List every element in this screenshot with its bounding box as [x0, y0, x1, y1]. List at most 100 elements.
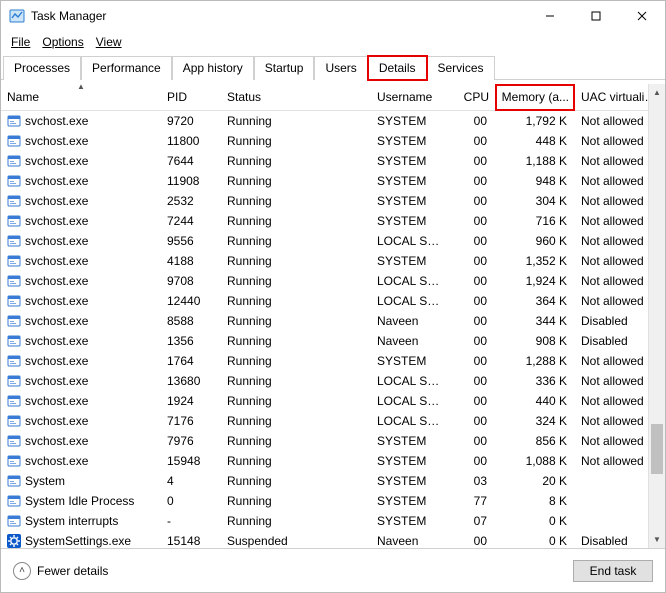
- process-pid: 0: [161, 491, 221, 511]
- tab-details[interactable]: Details: [368, 56, 427, 80]
- table-row[interactable]: svchost.exe4188RunningSYSTEM001,352 KNot…: [1, 251, 665, 271]
- process-pid: 4: [161, 471, 221, 491]
- close-button[interactable]: [619, 1, 665, 31]
- process-icon: [7, 194, 21, 208]
- table-row[interactable]: svchost.exe12440RunningLOCAL SE...00364 …: [1, 291, 665, 311]
- process-icon: [7, 494, 21, 508]
- table-row[interactable]: System Idle Process0RunningSYSTEM778 K: [1, 491, 665, 511]
- fewer-details-button[interactable]: ˄ Fewer details: [13, 562, 108, 580]
- process-username: LOCAL SE...: [371, 231, 451, 251]
- process-memory: 1,792 K: [495, 111, 575, 132]
- process-status: Running: [221, 511, 371, 531]
- app-icon: [9, 8, 25, 24]
- table-row[interactable]: svchost.exe7644RunningSYSTEM001,188 KNot…: [1, 151, 665, 171]
- process-cpu: 77: [451, 491, 495, 511]
- process-pid: 9720: [161, 111, 221, 132]
- column-header-username[interactable]: Username: [371, 84, 451, 111]
- table-row[interactable]: svchost.exe7244RunningSYSTEM00716 KNot a…: [1, 211, 665, 231]
- process-pid: -: [161, 511, 221, 531]
- column-header-memory[interactable]: Memory (a...: [495, 84, 575, 111]
- process-username: LOCAL SE...: [371, 291, 451, 311]
- table-row[interactable]: svchost.exe13680RunningLOCAL SE...00336 …: [1, 371, 665, 391]
- tab-performance[interactable]: Performance: [81, 56, 172, 80]
- vertical-scrollbar[interactable]: ▲ ▼: [648, 84, 665, 548]
- process-status: Running: [221, 331, 371, 351]
- process-icon: [7, 314, 21, 328]
- table-row[interactable]: svchost.exe8588RunningNaveen00344 KDisab…: [1, 311, 665, 331]
- process-icon: [7, 274, 21, 288]
- table-row[interactable]: svchost.exe9556RunningLOCAL SE...00960 K…: [1, 231, 665, 251]
- table-row[interactable]: svchost.exe11908RunningSYSTEM00948 KNot …: [1, 171, 665, 191]
- process-cpu: 07: [451, 511, 495, 531]
- process-username: SYSTEM: [371, 511, 451, 531]
- process-cpu: 00: [451, 371, 495, 391]
- process-pid: 11908: [161, 171, 221, 191]
- table-row[interactable]: svchost.exe7976RunningSYSTEM00856 KNot a…: [1, 431, 665, 451]
- scroll-up-icon[interactable]: ▲: [649, 84, 665, 101]
- process-cpu: 00: [451, 191, 495, 211]
- menu-file[interactable]: File: [5, 33, 36, 51]
- process-name: svchost.exe: [25, 434, 88, 448]
- table-row[interactable]: svchost.exe1356RunningNaveen00908 KDisab…: [1, 331, 665, 351]
- minimize-button[interactable]: [527, 1, 573, 31]
- column-header-cpu[interactable]: CPU: [451, 84, 495, 111]
- scroll-track[interactable]: [649, 101, 665, 531]
- process-status: Running: [221, 131, 371, 151]
- process-memory: 0 K: [495, 531, 575, 548]
- scroll-thumb[interactable]: [651, 424, 663, 474]
- table-row[interactable]: System4RunningSYSTEM0320 K: [1, 471, 665, 491]
- process-username: LOCAL SE...: [371, 411, 451, 431]
- table-row[interactable]: svchost.exe7176RunningLOCAL SE...00324 K…: [1, 411, 665, 431]
- process-status: Running: [221, 151, 371, 171]
- table-row[interactable]: svchost.exe15948RunningSYSTEM001,088 KNo…: [1, 451, 665, 471]
- tab-services[interactable]: Services: [427, 56, 495, 80]
- process-icon: [7, 534, 21, 548]
- process-memory: 440 K: [495, 391, 575, 411]
- process-memory: 908 K: [495, 331, 575, 351]
- table-row[interactable]: SystemSettings.exe15148SuspendedNaveen00…: [1, 531, 665, 548]
- process-username: SYSTEM: [371, 491, 451, 511]
- process-cpu: 00: [451, 111, 495, 132]
- process-status: Running: [221, 271, 371, 291]
- process-pid: 7976: [161, 431, 221, 451]
- column-header-status[interactable]: Status: [221, 84, 371, 111]
- process-username: Naveen: [371, 531, 451, 548]
- process-icon: [7, 474, 21, 488]
- process-username: SYSTEM: [371, 151, 451, 171]
- table-row[interactable]: System interrupts-RunningSYSTEM070 K: [1, 511, 665, 531]
- process-pid: 8588: [161, 311, 221, 331]
- process-cpu: 00: [451, 311, 495, 331]
- process-table: ▲Name PID Status Username CPU Memory (a.…: [1, 84, 665, 548]
- process-name: svchost.exe: [25, 354, 88, 368]
- tab-app-history[interactable]: App history: [172, 56, 254, 80]
- process-status: Running: [221, 371, 371, 391]
- process-memory: 20 K: [495, 471, 575, 491]
- column-header-pid[interactable]: PID: [161, 84, 221, 111]
- maximize-button[interactable]: [573, 1, 619, 31]
- table-row[interactable]: svchost.exe9708RunningLOCAL SE...001,924…: [1, 271, 665, 291]
- process-memory: 448 K: [495, 131, 575, 151]
- tabstrip: Processes Performance App history Startu…: [1, 55, 665, 80]
- tab-processes[interactable]: Processes: [3, 56, 81, 80]
- process-cpu: 00: [451, 431, 495, 451]
- menu-options[interactable]: Options: [36, 33, 89, 51]
- menu-view[interactable]: View: [90, 33, 128, 51]
- table-row[interactable]: svchost.exe9720RunningSYSTEM001,792 KNot…: [1, 111, 665, 132]
- tab-users[interactable]: Users: [314, 56, 367, 80]
- process-cpu: 00: [451, 211, 495, 231]
- process-name: svchost.exe: [25, 394, 88, 408]
- column-header-name[interactable]: ▲Name: [1, 84, 161, 111]
- process-memory: 304 K: [495, 191, 575, 211]
- bottombar: ˄ Fewer details End task: [1, 548, 665, 592]
- table-row[interactable]: svchost.exe11800RunningSYSTEM00448 KNot …: [1, 131, 665, 151]
- table-row[interactable]: svchost.exe1924RunningLOCAL SE...00440 K…: [1, 391, 665, 411]
- process-cpu: 00: [451, 271, 495, 291]
- process-status: Running: [221, 471, 371, 491]
- table-row[interactable]: svchost.exe2532RunningSYSTEM00304 KNot a…: [1, 191, 665, 211]
- tab-startup[interactable]: Startup: [254, 56, 315, 80]
- scroll-down-icon[interactable]: ▼: [649, 531, 665, 548]
- process-icon: [7, 334, 21, 348]
- end-task-button[interactable]: End task: [573, 560, 653, 582]
- table-row[interactable]: svchost.exe1764RunningSYSTEM001,288 KNot…: [1, 351, 665, 371]
- process-memory: 1,088 K: [495, 451, 575, 471]
